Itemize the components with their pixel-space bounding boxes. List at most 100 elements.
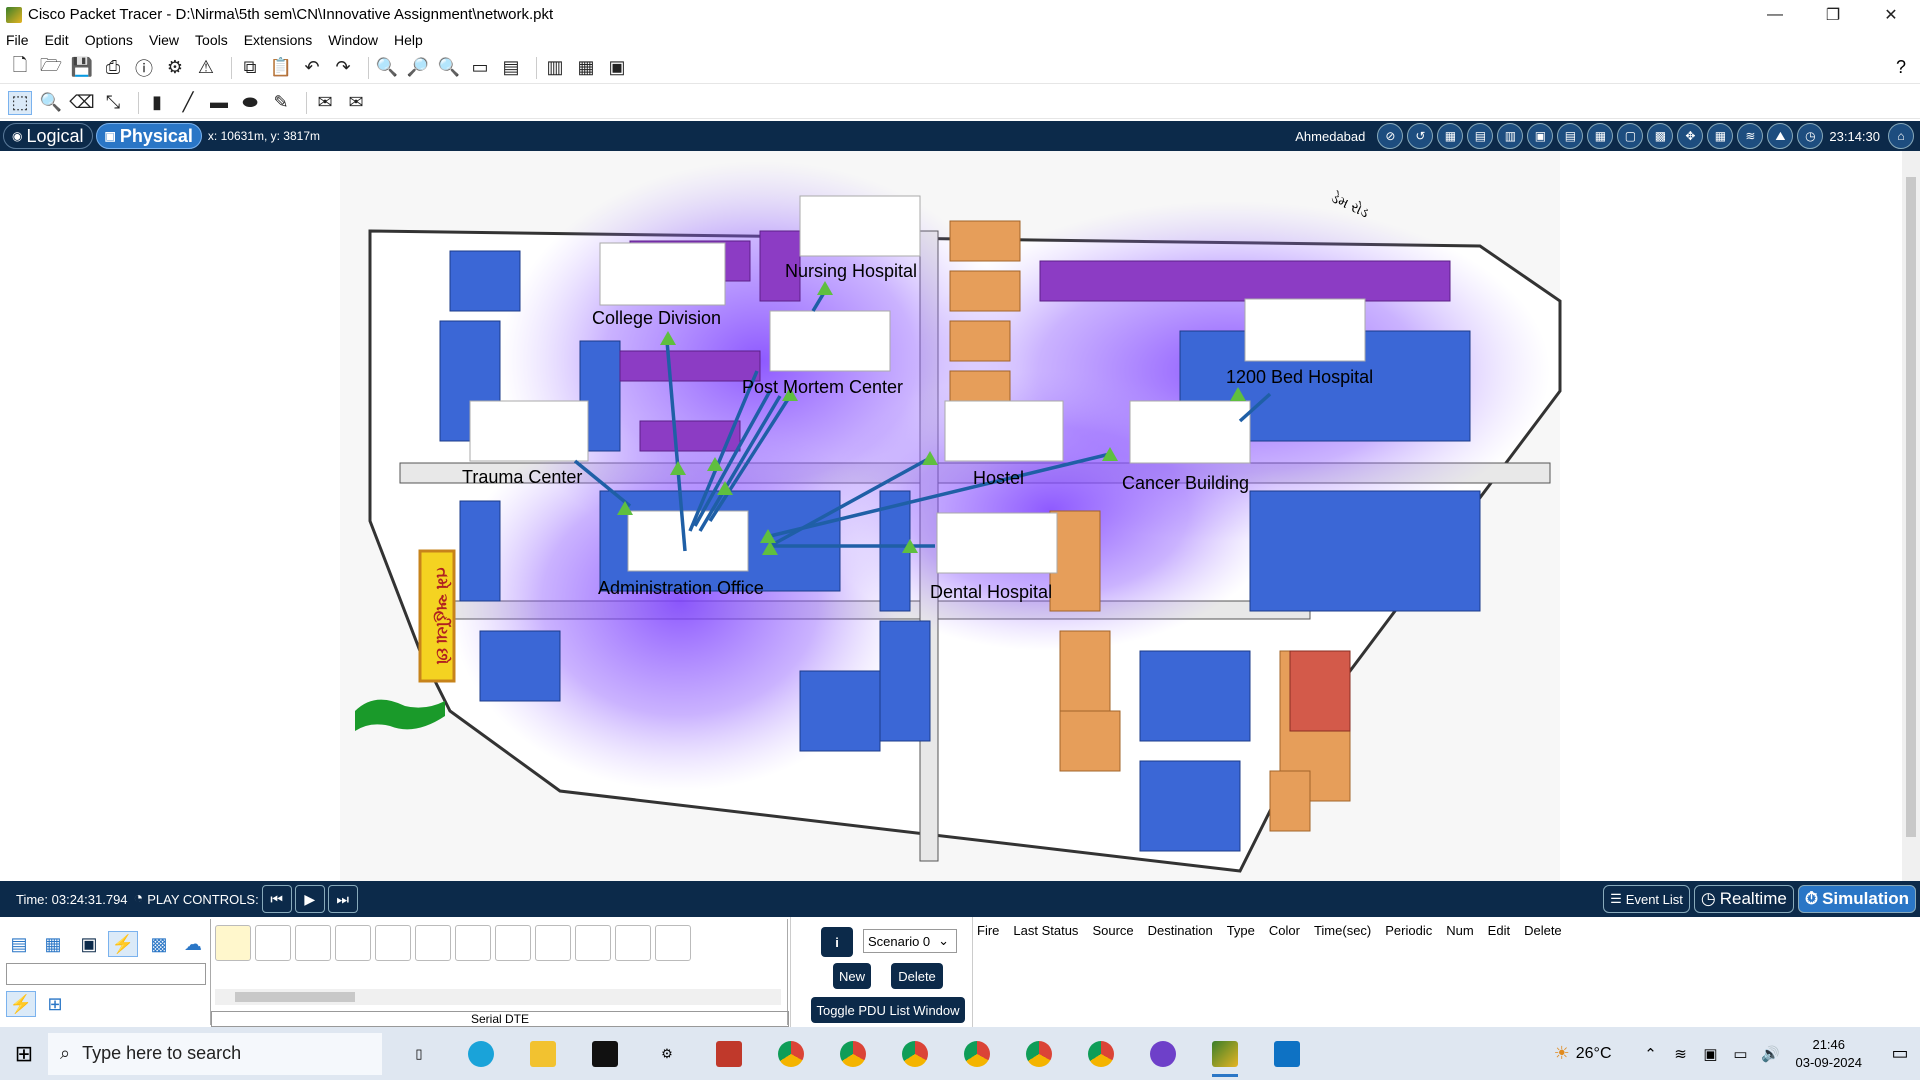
environment-clock-icon[interactable]: ◷	[1797, 123, 1824, 149]
file-explorer-icon[interactable]	[518, 1029, 568, 1079]
set-background-icon[interactable]: ▢	[1617, 123, 1644, 149]
weather-icon[interactable]: ☀	[1554, 1043, 1570, 1064]
taskbar-search[interactable]: ⌕ Type here to search	[48, 1032, 382, 1075]
menu-extensions[interactable]: Extensions	[244, 32, 312, 48]
packet-tracer-taskbar-icon[interactable]	[1200, 1029, 1250, 1079]
serial-dce-cable-icon[interactable]	[495, 925, 531, 961]
drawing-palette-icon[interactable]: ▭	[468, 56, 492, 80]
grid-icon[interactable]: ▩	[1647, 123, 1674, 149]
device-dialog-icon[interactable]: ▦	[574, 56, 598, 80]
console-cable-icon[interactable]	[255, 925, 291, 961]
wireless-icon[interactable]: ≋	[1737, 123, 1764, 149]
paste-icon[interactable]: 📋	[269, 56, 293, 80]
new-rack-icon[interactable]: ▣	[1527, 123, 1554, 149]
new-file-icon[interactable]: 🗋	[8, 55, 32, 80]
resize-shape-icon[interactable]: ⤡	[101, 91, 125, 115]
terminal-icon[interactable]	[580, 1029, 630, 1079]
github-desktop-icon[interactable]	[1138, 1029, 1188, 1079]
location-breadcrumb[interactable]: Ahmedabad	[1295, 129, 1365, 144]
menu-window[interactable]: Window	[328, 32, 378, 48]
restore-button[interactable]: ❐	[1804, 0, 1862, 29]
zoom-in-icon[interactable]: 🔍	[375, 56, 399, 80]
misc-icon[interactable]: ▩	[144, 931, 174, 957]
reset-timer-icon[interactable]: ◔	[134, 890, 144, 908]
fiber-cable-icon[interactable]	[375, 925, 411, 961]
vscode-icon[interactable]	[1262, 1029, 1312, 1079]
event-list-button[interactable]: ☰ Event List	[1603, 885, 1690, 913]
new-building-icon[interactable]: ▤	[1467, 123, 1494, 149]
viewport-icon[interactable]: ✥	[1677, 123, 1704, 149]
settings-icon[interactable]: ⚙	[642, 1029, 692, 1079]
task-view-icon[interactable]: ▯	[394, 1029, 444, 1079]
draw-line-icon[interactable]: ╱	[176, 91, 200, 115]
new-table-icon[interactable]: ▤	[1557, 123, 1584, 149]
move-object-icon[interactable]: ▦	[1587, 123, 1614, 149]
straight-through-cable-icon[interactable]	[295, 925, 331, 961]
scenario-info-button[interactable]: i	[821, 927, 853, 957]
step-forward-button[interactable]: ⏭	[327, 885, 358, 913]
open-folder-icon[interactable]: 🗁	[39, 55, 63, 80]
draw-ellipse-icon[interactable]: ⬬	[238, 91, 262, 115]
new-city-icon[interactable]: ▦	[1437, 123, 1464, 149]
chrome-profile-icon[interactable]	[890, 1029, 940, 1079]
inspect-icon[interactable]: 🔍	[39, 91, 63, 115]
simulation-mode-button[interactable]: ⏱ Simulation	[1797, 885, 1916, 913]
notes-app-icon[interactable]	[704, 1029, 754, 1079]
weather-temperature[interactable]: 26°C	[1576, 1045, 1612, 1063]
home-icon[interactable]: ⌂	[1888, 123, 1914, 149]
chrome-profile-icon[interactable]	[952, 1029, 1002, 1079]
menu-help[interactable]: Help	[394, 32, 423, 48]
realtime-mode-button[interactable]: ◷ Realtime	[1693, 885, 1794, 913]
horizontal-scrollbar[interactable]	[215, 989, 781, 1005]
freeform-icon[interactable]: ✎	[269, 91, 293, 115]
redo-icon[interactable]: ↷	[331, 56, 355, 80]
iot-cable-icon[interactable]	[615, 925, 651, 961]
selected-connections-icon[interactable]: ⚡	[6, 991, 36, 1017]
coaxial-cable-icon[interactable]	[455, 925, 491, 961]
physical-workspace-canvas[interactable]: તમે અહીંયા છો ડેમ રોડ Nursing Hospital C…	[0, 151, 1920, 881]
crossover-cable-icon[interactable]	[335, 925, 371, 961]
navigation-icon[interactable]: ⊘	[1377, 123, 1404, 149]
add-simple-pdu-icon[interactable]: ✉	[313, 91, 337, 115]
environment-icon[interactable]: ⛰	[1767, 123, 1794, 149]
copy-icon[interactable]: ⧉	[238, 56, 262, 80]
menu-tools[interactable]: Tools	[195, 32, 228, 48]
menu-options[interactable]: Options	[85, 32, 133, 48]
print-icon[interactable]: ⎙	[101, 56, 125, 80]
place-note-icon[interactable]: ▮	[145, 91, 169, 115]
chrome-profile-icon[interactable]	[1014, 1029, 1064, 1079]
volume-icon[interactable]: 🔊	[1756, 1045, 1786, 1063]
end-devices-icon[interactable]: ▦	[38, 931, 68, 957]
network-wizard-icon[interactable]: ⚙	[163, 56, 187, 80]
new-closet-icon[interactable]: ▥	[1497, 123, 1524, 149]
phone-cable-icon[interactable]	[415, 925, 451, 961]
back-icon[interactable]: ↺	[1407, 123, 1434, 149]
connections-icon[interactable]: ⚡	[108, 931, 138, 957]
info-icon[interactable]: ⓘ	[132, 56, 156, 80]
toggle-pdu-list-button[interactable]: Toggle PDU List Window	[811, 997, 965, 1023]
usb-cable-icon[interactable]	[655, 925, 691, 961]
play-button[interactable]: ▶	[294, 885, 325, 913]
edge-icon[interactable]	[456, 1029, 506, 1079]
new-scenario-button[interactable]: New	[833, 963, 871, 989]
vertical-scrollbar[interactable]	[1902, 151, 1920, 881]
add-complex-pdu-icon[interactable]: ✉	[344, 91, 368, 115]
serial-dte-cable-icon[interactable]	[535, 925, 571, 961]
battery-icon[interactable]: ▭	[1726, 1045, 1756, 1063]
step-back-button[interactable]: ⏮	[261, 885, 292, 913]
device-icon[interactable]: ▣	[1696, 1045, 1726, 1063]
help-icon[interactable]: ?	[1896, 57, 1906, 78]
menu-file[interactable]: File	[6, 32, 29, 48]
minimize-button[interactable]: —	[1746, 0, 1804, 29]
save-icon[interactable]: 💾	[70, 56, 94, 80]
delete-icon[interactable]: ⌫	[69, 91, 94, 115]
menu-view[interactable]: View	[149, 32, 179, 48]
chevron-up-icon[interactable]: ⌃	[1636, 1045, 1666, 1063]
tile-view-icon[interactable]: ▦	[1707, 123, 1734, 149]
select-icon[interactable]: ⬚	[8, 90, 32, 115]
scrollbar-thumb[interactable]	[235, 992, 355, 1002]
scenario-select[interactable]: Scenario 0 ⌄	[863, 929, 957, 953]
undo-icon[interactable]: ↶	[300, 56, 324, 80]
grid-view-icon[interactable]: ⊞	[40, 991, 70, 1017]
windows-start-icon[interactable]: ⊞	[0, 1030, 48, 1078]
